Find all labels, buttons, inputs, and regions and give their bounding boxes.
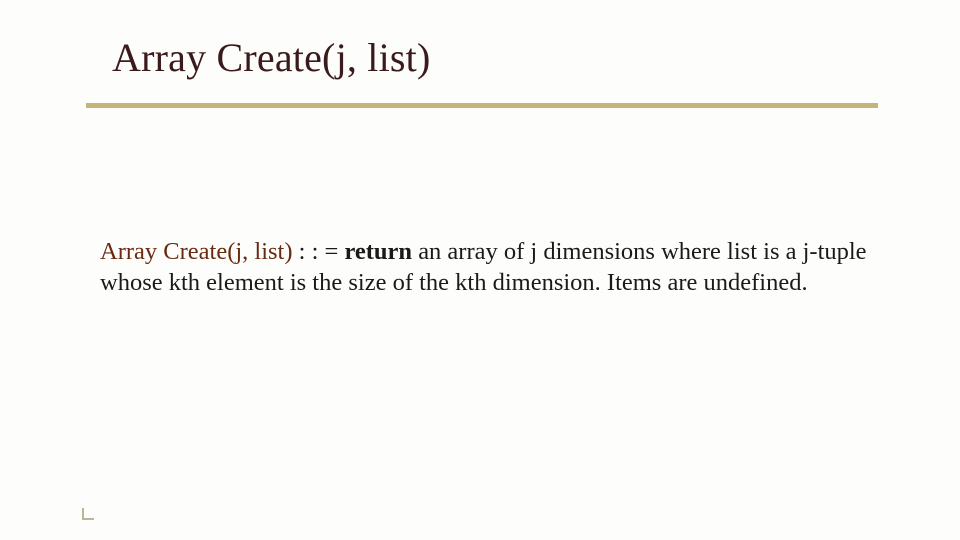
function-name: Array Create(j, list) xyxy=(100,238,293,265)
title-region: Array Create(j, list) xyxy=(112,34,872,81)
definition-paragraph: Array Create(j, list) : : = return an ar… xyxy=(100,236,870,299)
title-underline xyxy=(86,103,878,108)
slide-title: Array Create(j, list) xyxy=(112,34,872,81)
slide-body: Array Create(j, list) : : = return an ar… xyxy=(100,236,870,299)
slide: Array Create(j, list) Array Create(j, li… xyxy=(0,0,960,540)
def-operator: : : = xyxy=(293,238,345,265)
return-keyword: return xyxy=(344,238,412,265)
corner-decoration-icon xyxy=(82,508,94,520)
